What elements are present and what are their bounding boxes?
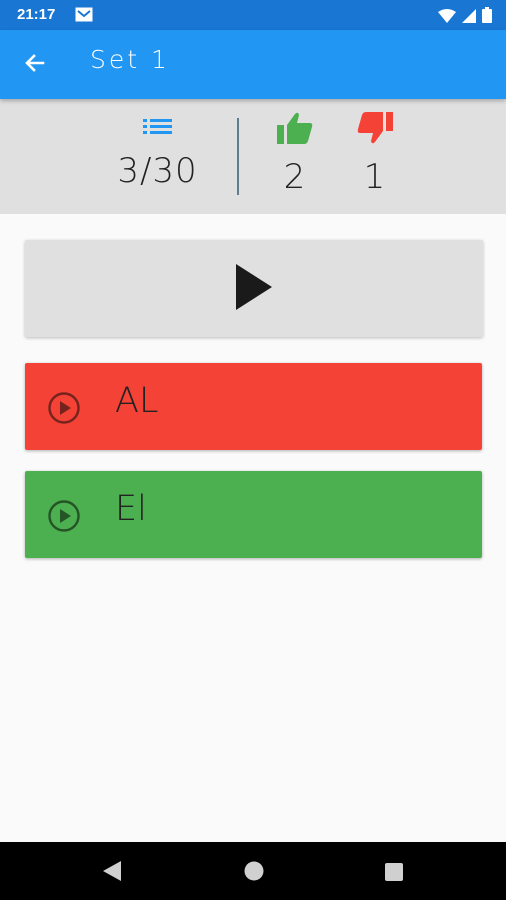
system-nav-bar [0, 842, 506, 900]
likes-value: 2 [283, 157, 307, 197]
mail-icon [75, 7, 93, 26]
list-icon [142, 115, 174, 143]
answer-label: El [115, 489, 147, 529]
thumbs-down-icon [356, 111, 394, 149]
play-icon [234, 263, 274, 314]
answer-option-wrong[interactable]: AL [25, 363, 482, 450]
play-audio-button[interactable] [25, 240, 483, 337]
status-icons [438, 7, 492, 27]
signal-icon [462, 8, 476, 27]
play-circle-icon[interactable] [47, 391, 81, 429]
nav-recents-icon[interactable] [384, 862, 404, 886]
dislikes-stat: 1 [345, 111, 405, 197]
nav-back-icon[interactable] [101, 860, 123, 886]
stats-divider [237, 118, 239, 195]
answer-label: AL [115, 381, 159, 421]
stats-bar: 3/30 2 1 [0, 99, 506, 214]
battery-icon [482, 7, 492, 27]
wifi-icon [438, 8, 456, 27]
arrow-left-icon [23, 51, 47, 79]
dislikes-value: 1 [363, 157, 387, 197]
page-title: Set 1 [90, 45, 170, 74]
play-circle-icon[interactable] [47, 499, 81, 537]
answer-option-correct[interactable]: El [25, 471, 482, 558]
progress-stat: 3/30 [100, 115, 215, 191]
thumbs-up-icon [276, 111, 314, 149]
nav-home-icon[interactable] [243, 860, 265, 886]
app-bar: Set 1 [0, 30, 506, 99]
back-button[interactable] [18, 50, 52, 80]
status-time: 21:17 [17, 6, 56, 23]
progress-value: 3/30 [117, 151, 198, 191]
status-bar: 21:17 [0, 0, 506, 30]
likes-stat: 2 [265, 111, 325, 197]
